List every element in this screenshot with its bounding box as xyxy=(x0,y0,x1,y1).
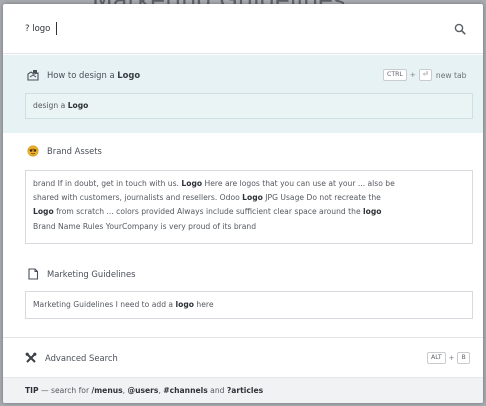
snippet-text: JPG Usage Do not recreate the xyxy=(262,193,381,203)
emoji-icon xyxy=(27,145,39,157)
snippet-text: from scratch ... colors provided Always … xyxy=(53,207,364,217)
snippet-text: Marketing Guidelines I need to add a xyxy=(33,300,176,309)
tip-articles: ?articles xyxy=(226,386,264,395)
snippet-highlight: Logo xyxy=(33,207,54,217)
new-tab-shortcut: CTRL + ⏎ new tab xyxy=(383,69,466,81)
alt-key: ALT xyxy=(427,352,446,364)
result-marketing-guidelines[interactable]: Marketing Guidelines Marketing Guideline… xyxy=(3,257,483,337)
result-title: Marketing Guidelines xyxy=(47,269,136,279)
search-icon[interactable] xyxy=(454,23,466,35)
tip-label: TIP xyxy=(25,386,39,395)
snippet-text: here xyxy=(193,300,214,309)
result-title: Brand Assets xyxy=(47,146,102,156)
command-palette: How to design a Logo CTRL + ⏎ new tab de… xyxy=(3,4,483,403)
tip-users: @users xyxy=(127,386,159,395)
snippet-highlight: logo xyxy=(175,300,194,309)
tip-intro: — search for xyxy=(38,386,92,395)
search-input[interactable] xyxy=(25,22,425,36)
tools-icon xyxy=(25,352,37,363)
result-snippet: brand If in doubt, get in touch with us.… xyxy=(25,170,473,244)
enter-key: ⏎ xyxy=(418,69,432,81)
document-icon xyxy=(28,268,39,280)
snippet-line: Brand Name Rules YourCompany is very pro… xyxy=(33,220,465,234)
snippet-text: Here are logos that you can use at your … xyxy=(202,179,395,188)
tip-sep: and xyxy=(207,386,227,395)
result-title-prefix: How to design a xyxy=(47,70,118,80)
result-how-to-design-logo[interactable]: How to design a Logo CTRL + ⏎ new tab de… xyxy=(3,55,483,133)
snippet-text: brand If in doubt, get in touch with us. xyxy=(33,179,182,188)
snippet-text: design a xyxy=(33,101,68,110)
b-key: B xyxy=(457,352,470,364)
result-title: How to design a Logo xyxy=(47,70,140,80)
tip-menus: /menus xyxy=(91,386,123,395)
ctrl-key: CTRL xyxy=(383,69,407,81)
tip-bar: TIP — search for /menus, @users, #channe… xyxy=(3,377,483,403)
text-cursor xyxy=(56,22,57,35)
advanced-search-row[interactable]: Advanced Search ALT + B xyxy=(3,337,483,377)
snippet-highlight: logo xyxy=(363,207,382,217)
snippet-highlight: Logo xyxy=(67,101,89,110)
tip-text: TIP — search for /menus, @users, #channe… xyxy=(25,386,263,395)
result-title-highlight: Logo xyxy=(117,70,141,80)
new-tab-label: new tab xyxy=(435,70,467,80)
snippet-text: shared with customers, journalists and r… xyxy=(33,193,243,203)
search-bar xyxy=(3,4,483,54)
result-snippet: Marketing Guidelines I need to add a log… xyxy=(25,291,473,319)
advanced-search-shortcut: ALT + B xyxy=(427,352,470,364)
advanced-search-label: Advanced Search xyxy=(45,353,118,363)
snippet-highlight: Logo xyxy=(181,179,203,188)
result-brand-assets[interactable]: Brand Assets brand If in doubt, get in t… xyxy=(3,133,483,257)
snippet-highlight: Logo xyxy=(242,193,263,203)
snippet-text: Brand Name Rules YourCompany is very pro… xyxy=(33,221,257,231)
plus-sign: + xyxy=(409,71,416,79)
plus-sign: + xyxy=(448,354,455,362)
result-snippet: design a Logo xyxy=(25,93,473,119)
article-icon xyxy=(27,70,39,81)
snippet-line: shared with customers, journalists and r… xyxy=(33,191,465,205)
snippet-line: brand If in doubt, get in touch with us.… xyxy=(33,177,465,191)
snippet-line: Logo from scratch ... colors provided Al… xyxy=(33,205,465,219)
tip-channels: #channels xyxy=(163,386,208,395)
